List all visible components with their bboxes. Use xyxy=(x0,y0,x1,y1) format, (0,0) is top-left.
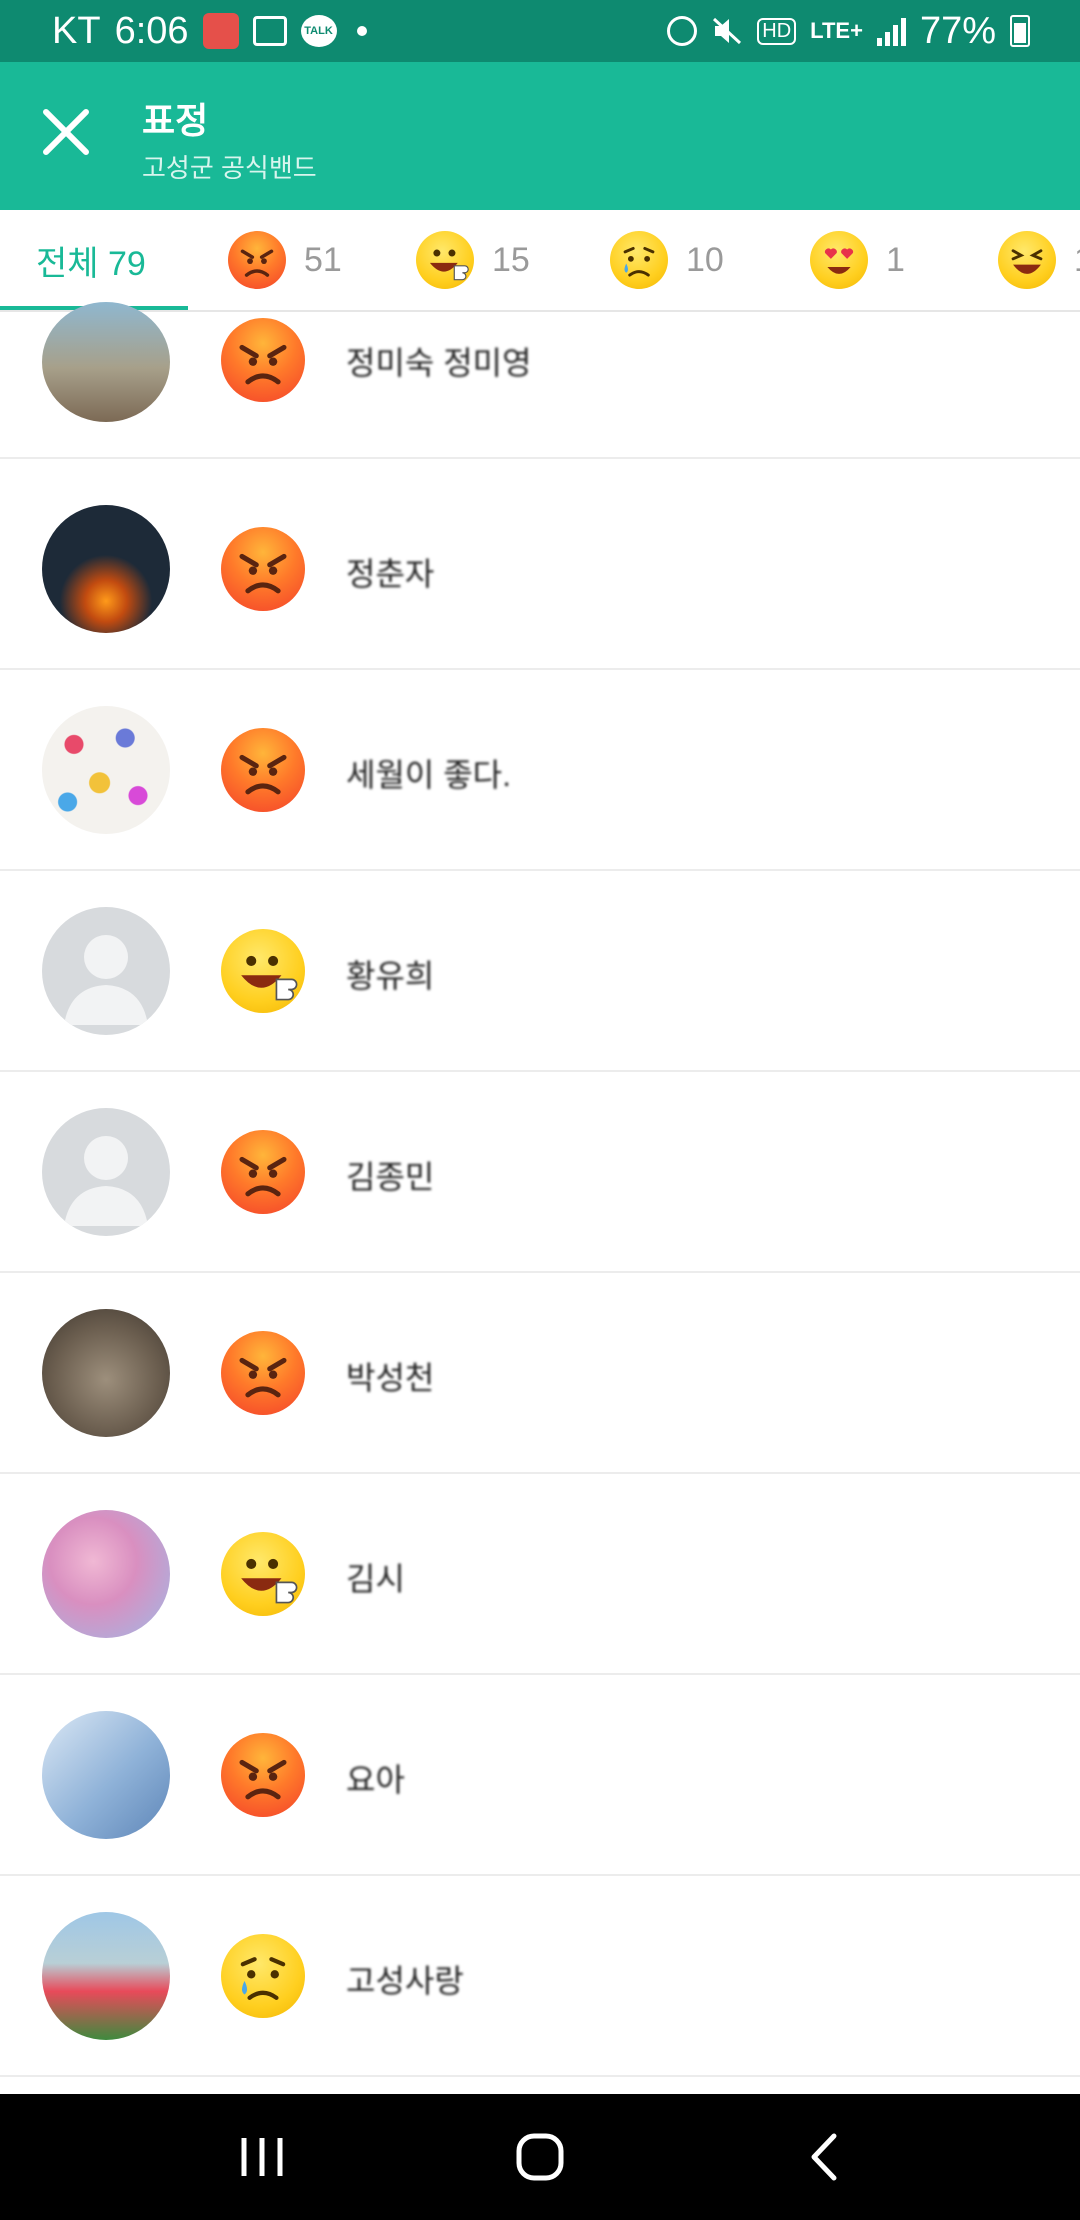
list-item[interactable]: 김시 xyxy=(0,1474,1080,1675)
back-button[interactable] xyxy=(796,2130,856,2184)
battery-icon xyxy=(1010,15,1030,47)
list-item[interactable]: 세월이 좋다. xyxy=(0,670,1080,871)
network-type: LTE+ xyxy=(810,18,863,43)
tab-heart-eyes[interactable]: 1 xyxy=(810,210,905,310)
status-bar: KT 6:06 TALK HD LTE+ 77% xyxy=(0,0,1080,62)
angry-icon xyxy=(221,728,305,812)
close-icon xyxy=(43,109,89,155)
avatar xyxy=(42,1711,170,1839)
gallery-notification-icon xyxy=(252,16,287,46)
signal-icon xyxy=(876,16,906,46)
tab-thumbs-up[interactable]: 15 xyxy=(416,210,530,310)
app-header: 표정 고성군 공식밴드 xyxy=(0,62,1080,210)
list-item[interactable]: 요아 xyxy=(0,1675,1080,1876)
crying-face-icon xyxy=(221,1934,305,2018)
kakaotalk-notification-icon: TALK xyxy=(300,15,337,47)
avatar xyxy=(42,302,170,422)
default-avatar xyxy=(42,907,170,1035)
page-title: 표정 xyxy=(142,100,209,141)
crying-face-icon xyxy=(610,231,668,289)
tab-angry-count: 51 xyxy=(304,240,342,279)
angry-icon xyxy=(221,1331,305,1415)
member-name: 김종민 xyxy=(346,1159,435,1195)
list-item[interactable]: 박성천 xyxy=(0,1273,1080,1474)
tab-heart-eyes-count: 1 xyxy=(886,240,905,279)
heart-eyes-icon xyxy=(810,231,868,289)
tab-laughing-count: 1 xyxy=(1074,241,1080,280)
person-silhouette-icon xyxy=(64,935,148,1025)
avatar xyxy=(42,1912,170,2040)
recent-apps-icon xyxy=(241,2138,283,2176)
member-name: 정미숙 정미영 xyxy=(346,345,532,381)
band-name: 고성군 공식밴드 xyxy=(142,153,317,183)
avatar xyxy=(42,1309,170,1437)
clock: 6:06 xyxy=(114,9,189,52)
carrier-label: KT xyxy=(52,9,101,52)
band-notification-icon xyxy=(202,13,239,49)
tab-laughing[interactable]: 1 xyxy=(998,210,1080,310)
tab-thumbs-up-count: 15 xyxy=(492,240,530,279)
angry-icon xyxy=(228,231,286,289)
tab-all-label: 전체 79 xyxy=(36,244,146,283)
avatar xyxy=(42,706,170,834)
recent-apps-button[interactable] xyxy=(232,2130,292,2184)
member-name: 요아 xyxy=(346,1762,405,1798)
list-item[interactable]: 황유희 xyxy=(0,871,1080,1072)
close-button[interactable] xyxy=(36,102,96,162)
member-name: 세월이 좋다. xyxy=(346,757,511,793)
list-item[interactable]: 고성사랑 xyxy=(0,1876,1080,2077)
back-chevron-icon xyxy=(811,2133,837,2181)
member-name: 정춘자 xyxy=(346,556,435,592)
tab-crying[interactable]: 10 xyxy=(610,210,724,310)
angry-icon xyxy=(221,1733,305,1817)
home-button[interactable] xyxy=(510,2130,570,2184)
mute-icon xyxy=(713,17,742,45)
person-silhouette-icon xyxy=(64,1136,148,1226)
list-item[interactable]: 정미숙 정미영 xyxy=(0,302,1080,459)
list-item[interactable]: 정춘자 xyxy=(0,469,1080,670)
member-name: 김시 xyxy=(346,1561,405,1597)
alarm-icon xyxy=(667,16,698,46)
laughing-face-icon xyxy=(998,231,1056,289)
avatar xyxy=(42,505,170,633)
thumbs-up-face-icon xyxy=(416,231,474,289)
system-nav-bar xyxy=(0,2094,1080,2220)
avatar xyxy=(42,1510,170,1638)
reaction-tabs: 전체 79 51 15 10 1 1 xyxy=(0,210,1080,312)
member-name: 박성천 xyxy=(346,1360,435,1396)
angry-icon xyxy=(221,1130,305,1214)
member-name: 고성사랑 xyxy=(346,1963,464,1999)
thumbs-up-face-icon xyxy=(221,1532,305,1616)
home-icon xyxy=(516,2133,564,2181)
thumbs-up-face-icon xyxy=(221,929,305,1013)
tab-all[interactable]: 전체 79 xyxy=(36,210,146,310)
hd-voice-icon: HD xyxy=(757,17,797,45)
angry-icon xyxy=(221,527,305,611)
tab-angry[interactable]: 51 xyxy=(228,210,342,310)
default-avatar xyxy=(42,1108,170,1236)
angry-icon xyxy=(221,318,305,402)
list-item[interactable]: 김종민 xyxy=(0,1072,1080,1273)
tab-crying-count: 10 xyxy=(686,240,724,279)
more-notifications-dot-icon xyxy=(356,26,367,36)
member-name: 황유희 xyxy=(346,958,435,994)
battery-percent: 77% xyxy=(919,9,996,52)
